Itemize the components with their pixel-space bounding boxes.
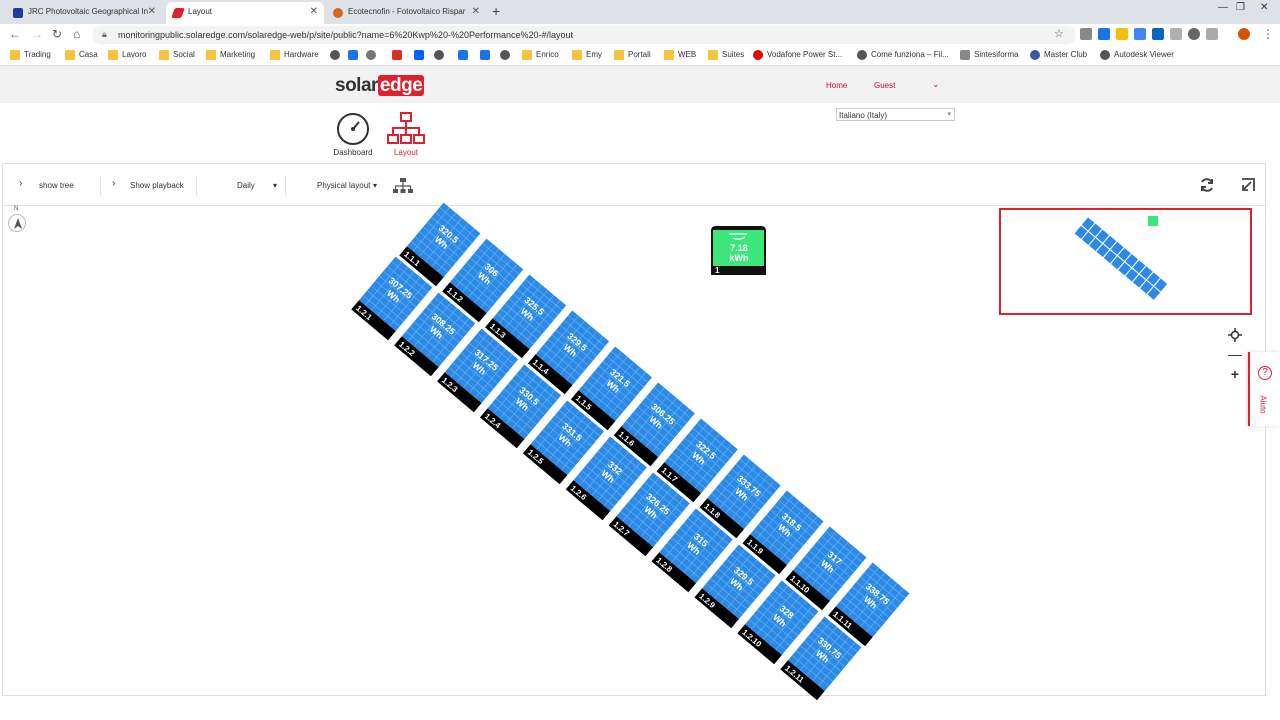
move-icon xyxy=(1228,328,1242,342)
question-icon: ? xyxy=(1258,366,1272,380)
inverter-id: 1 xyxy=(715,266,720,275)
minimap[interactable] xyxy=(999,208,1252,315)
inverter-unit: kWh xyxy=(730,253,749,263)
inverter-value: 7.18 xyxy=(730,243,748,253)
help-label: Aiuto xyxy=(1258,395,1268,414)
minimap-drawing xyxy=(1073,216,1169,301)
inverter[interactable]: 7.18 kWh 1 xyxy=(711,226,766,275)
recenter-button[interactable] xyxy=(1222,325,1248,345)
help-tab[interactable]: ? Aiuto xyxy=(1248,352,1280,426)
zoom-out-button[interactable]: — xyxy=(1222,344,1248,364)
zoom-in-button[interactable]: + xyxy=(1222,364,1248,384)
physical-layout-canvas: 320.5Wh1.1.1306Wh1.1.2325.5Wh1.1.3329.5W… xyxy=(351,202,910,701)
minimap-inverter xyxy=(1148,216,1158,226)
